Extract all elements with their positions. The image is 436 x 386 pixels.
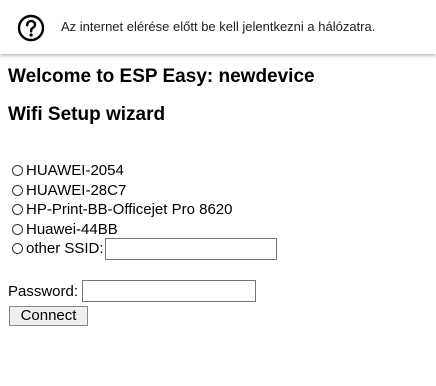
other-ssid-radio[interactable]	[12, 243, 23, 255]
page-subtitle: Wifi Setup wizard	[8, 104, 166, 125]
ssid-radio[interactable]	[12, 223, 23, 235]
ssid-option[interactable]: HUAWEI-2054	[12, 161, 277, 181]
password-label: Password:	[8, 282, 79, 300]
password-row: Password:	[8, 280, 257, 302]
ssid-radio[interactable]	[12, 184, 23, 196]
captive-portal-banner[interactable]: Az internet elérése előtt be kell jelent…	[0, 0, 436, 54]
page-title: Welcome to ESP Easy: newdevice	[8, 66, 315, 87]
ssid-option[interactable]: Huawei-44BB	[12, 220, 277, 240]
ssid-option[interactable]: HUAWEI-28C7	[12, 181, 277, 201]
ssid-label: Huawei-44BB	[26, 220, 118, 238]
other-ssid-label: other SSID:	[26, 240, 104, 258]
ssid-radio[interactable]	[12, 165, 23, 177]
ssid-list: HUAWEI-2054 HUAWEI-28C7 HP-Print-BB-Offi…	[12, 161, 277, 260]
ssid-label: HP-Print-BB-Officejet Pro 8620	[26, 201, 233, 219]
other-ssid-option[interactable]: other SSID:	[12, 237, 277, 260]
question-circle-icon	[17, 14, 45, 42]
other-ssid-input[interactable]	[104, 237, 277, 260]
connect-button[interactable]: Connect	[9, 306, 88, 326]
ssid-label: HUAWEI-28C7	[26, 181, 127, 199]
captive-portal-message: Az internet elérése előtt be kell jelent…	[61, 19, 376, 34]
password-input[interactable]	[82, 280, 257, 302]
ssid-label: HUAWEI-2054	[26, 162, 124, 180]
ssid-radio[interactable]	[12, 204, 23, 216]
ssid-option[interactable]: HP-Print-BB-Officejet Pro 8620	[12, 200, 277, 220]
